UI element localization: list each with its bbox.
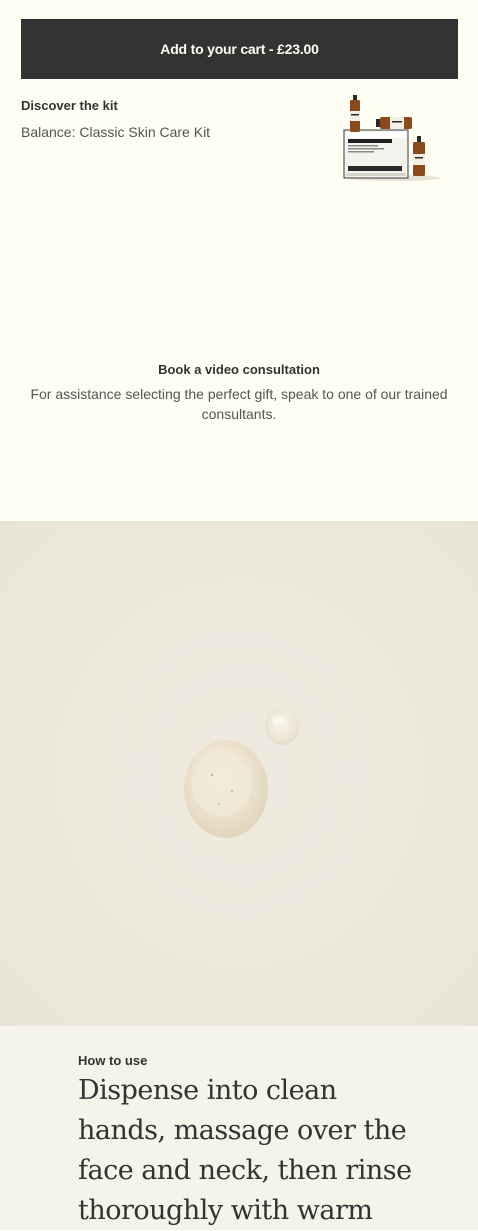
add-to-cart-button[interactable]: Add to your cart - £23.00 — [21, 19, 458, 79]
consultation-block: Book a video consultation For assistance… — [20, 362, 458, 424]
purchase-section: Add to your cart - £23.00 Discover the k… — [0, 0, 478, 521]
product-texture-image — [0, 521, 478, 1026]
how-to-use-text: Dispense into clean hands, massage over … — [78, 1075, 412, 1226]
skin-care-kit-image[interactable] — [338, 90, 442, 182]
kit-heading: Discover the kit — [21, 98, 118, 113]
how-to-use-section: How to use Dispense into clean hands, ma… — [0, 1026, 478, 1230]
consultation-description: For assistance selecting the perfect gif… — [30, 386, 448, 422]
book-consultation-link[interactable]: Book a video consultation — [20, 362, 458, 377]
kit-link[interactable]: Balance: Classic Skin Care Kit — [21, 124, 210, 140]
how-to-use-label: How to use — [78, 1053, 148, 1068]
product-droplets-image — [0, 521, 478, 1026]
